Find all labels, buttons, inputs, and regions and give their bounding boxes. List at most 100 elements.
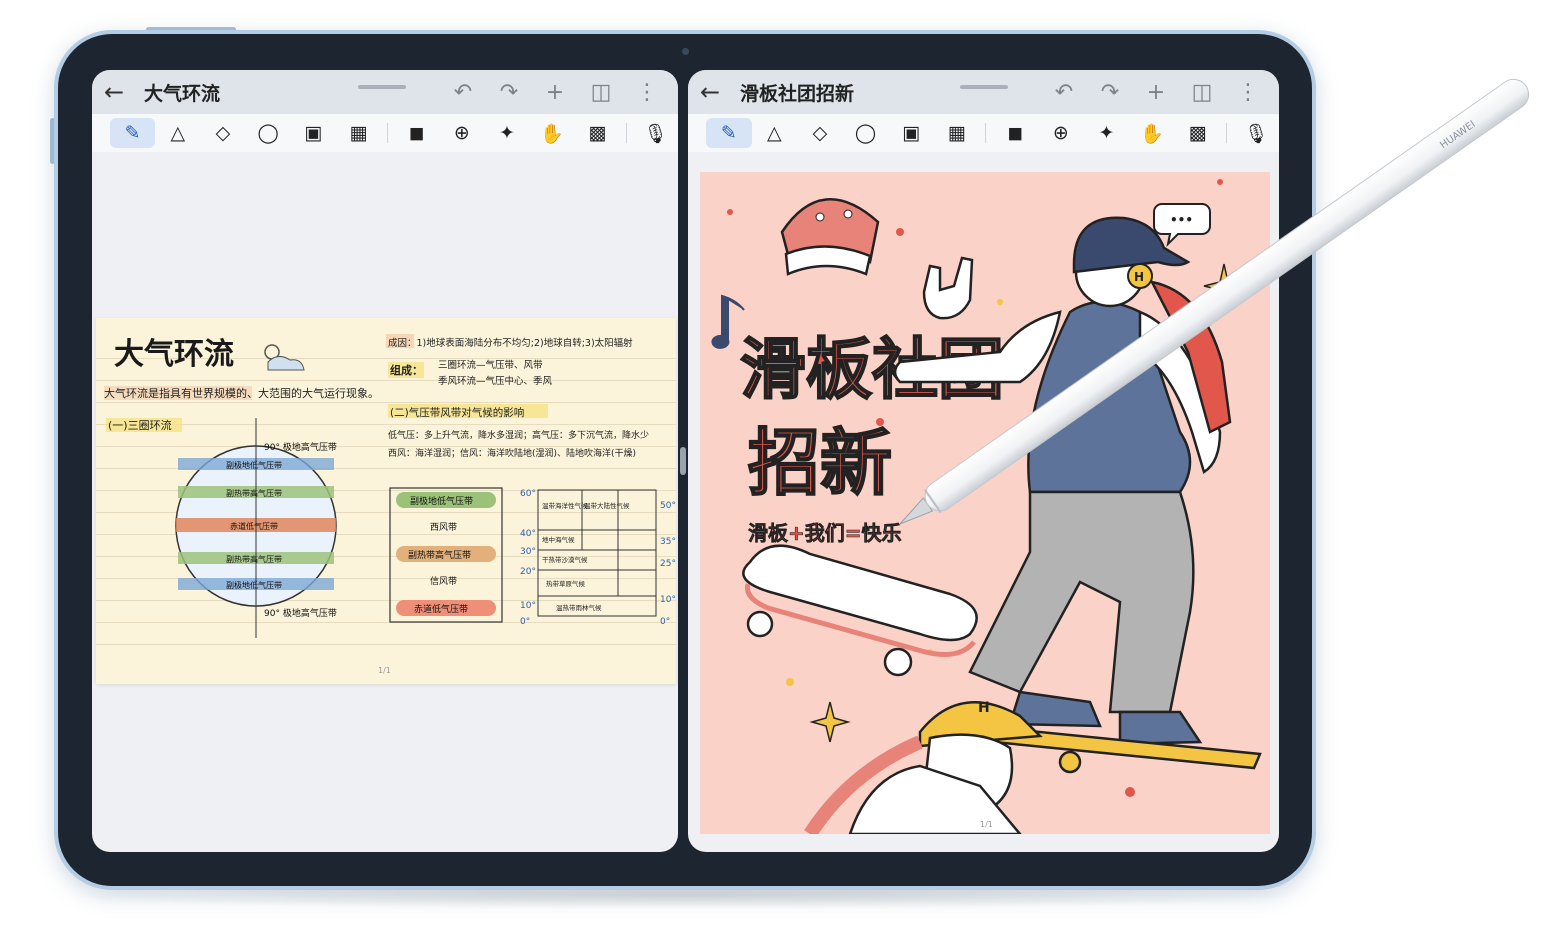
right-titlebar: ← 滑板社团招新 ↶ ↷ + ◫ ⋮ bbox=[688, 70, 1279, 114]
window-drag-handle[interactable] bbox=[358, 85, 406, 89]
image-icon[interactable]: ▦ bbox=[934, 118, 980, 148]
more-icon[interactable]: ⋮ bbox=[624, 80, 670, 105]
note-composition-1: 三圈环流—气压带、风带 bbox=[438, 359, 543, 371]
svg-text:温热带雨林气候: 温热带雨林气候 bbox=[556, 603, 602, 612]
svg-text:0°: 0° bbox=[520, 617, 530, 627]
toolbar-divider bbox=[625, 123, 627, 143]
svg-text:60°: 60° bbox=[520, 489, 536, 499]
poster-headline-2: 招新 bbox=[748, 421, 892, 505]
undo-icon[interactable]: ↶ bbox=[440, 80, 486, 105]
poster-illustration: ••• 滑板社团 招新 滑板+我们=快乐 H H bbox=[711, 179, 1262, 834]
text-box-icon[interactable]: ▣ bbox=[291, 118, 336, 148]
text-box-icon[interactable]: ▣ bbox=[888, 118, 934, 148]
headphone-letter: H bbox=[1134, 270, 1144, 284]
undo-icon[interactable]: ↶ bbox=[1041, 80, 1087, 105]
note-effect-2: 西风：海洋湿润；信风：海洋吹陆地(湿润)、陆地吹海洋(干燥) bbox=[388, 447, 636, 459]
microphone-icon[interactable]: 🎙 bbox=[1233, 118, 1279, 148]
globe-belt-label: 副极地低气压带 bbox=[226, 460, 282, 470]
left-pen-toolbar: ✎ △ ◇ ◯ ▣ ▦ ◼ ⊕ ✦ ✋ ▩ 🎙 bbox=[92, 114, 678, 152]
toolbar-divider bbox=[387, 123, 389, 143]
box-item: 副热带高气压带 bbox=[408, 549, 471, 561]
toolbar-divider bbox=[985, 123, 987, 143]
note-definition: 大气环流是指具有世界规模的、大范围的大气运行现象。 bbox=[104, 386, 379, 400]
lasso-icon[interactable]: ◯ bbox=[246, 118, 291, 148]
note-section-2: (二)气压带风带对气候的影响 bbox=[390, 406, 524, 419]
laser-pointer-icon[interactable]: ✦ bbox=[1084, 118, 1130, 148]
svg-text:干热带沙漠气候: 干热带沙漠气候 bbox=[542, 555, 588, 564]
shape-icon[interactable]: ◼ bbox=[394, 118, 439, 148]
note-composition-2: 季风环流—气压中心、季风 bbox=[438, 375, 553, 387]
right-pen-toolbar: ✎ △ ◇ ◯ ▣ ▦ ◼ ⊕ ✦ ✋ ▩ 🎙 bbox=[688, 114, 1279, 152]
svg-text:30°: 30° bbox=[520, 547, 536, 557]
lasso-icon[interactable]: ◯ bbox=[843, 118, 889, 148]
polar-high-label: 90° 极地高气压带 bbox=[264, 441, 337, 453]
box-item: 副极地低气压带 bbox=[410, 495, 473, 507]
image-icon[interactable]: ▦ bbox=[336, 118, 381, 148]
microphone-icon[interactable]: 🎙 bbox=[633, 118, 678, 148]
svg-text:10°: 10° bbox=[660, 595, 676, 605]
note-composition-label: 组成： bbox=[390, 363, 423, 377]
redo-icon[interactable]: ↷ bbox=[486, 80, 532, 105]
pen-tool-icon[interactable]: ✎ bbox=[110, 118, 156, 148]
touch-draw-icon[interactable]: ✋ bbox=[1129, 118, 1175, 148]
page-indicator: 1/1 bbox=[980, 820, 993, 829]
highlighter-icon[interactable]: △ bbox=[155, 118, 200, 148]
svg-text:温带海洋性气候: 温带海洋性气候 bbox=[542, 501, 588, 510]
globe-belt-label: 副极地低气压带 bbox=[226, 580, 282, 590]
pen-tool-icon[interactable]: ✎ bbox=[706, 118, 752, 148]
svg-text:25°: 25° bbox=[660, 559, 676, 569]
front-camera bbox=[682, 48, 689, 55]
page-indicator: 1/1 bbox=[378, 666, 391, 675]
shape-icon[interactable]: ◼ bbox=[992, 118, 1038, 148]
redo-icon[interactable]: ↷ bbox=[1087, 80, 1133, 105]
box-item: 信风带 bbox=[430, 575, 457, 587]
texture-icon[interactable]: ▩ bbox=[575, 118, 620, 148]
svg-text:35°: 35° bbox=[660, 537, 676, 547]
left-note-window: ← 大气环流 ↶ ↷ + ◫ ⋮ ✎ △ ◇ ◯ ▣ ▦ ◼ ⊕ ✦ ✋ ▩ 🎙… bbox=[92, 70, 678, 852]
globe-belt-label: 副热带高气压带 bbox=[226, 488, 282, 498]
note-section-1: (一)三圈环流 bbox=[108, 418, 172, 432]
poster-canvas[interactable]: ••• 滑板社团 招新 滑板+我们=快乐 H H 1/1 bbox=[700, 172, 1270, 834]
laser-pointer-icon[interactable]: ✦ bbox=[484, 118, 529, 148]
svg-text:温带大陆性气候: 温带大陆性气候 bbox=[584, 501, 630, 510]
add-icon[interactable]: + bbox=[532, 80, 578, 105]
svg-text:0°: 0° bbox=[660, 617, 670, 627]
poster-tagline: 滑板+我们=快乐 bbox=[748, 521, 902, 545]
zoom-icon[interactable]: ⊕ bbox=[439, 118, 484, 148]
box-item: 赤道低气压带 bbox=[414, 603, 468, 615]
texture-icon[interactable]: ▩ bbox=[1175, 118, 1221, 148]
back-arrow-icon[interactable]: ← bbox=[700, 70, 740, 114]
left-note-title: 大气环流 bbox=[144, 82, 221, 105]
cap-letter: H bbox=[978, 700, 990, 716]
svg-text:地中海气候: 地中海气候 bbox=[542, 535, 575, 544]
svg-text:20°: 20° bbox=[520, 567, 536, 577]
left-titlebar: ← 大气环流 ↶ ↷ + ◫ ⋮ bbox=[92, 70, 678, 114]
eraser-icon[interactable]: ◇ bbox=[200, 118, 245, 148]
more-icon[interactable]: ⋮ bbox=[1225, 80, 1271, 105]
split-view-icon[interactable]: ◫ bbox=[578, 80, 624, 105]
eraser-icon[interactable]: ◇ bbox=[797, 118, 843, 148]
globe-belt-label: 副热带高气压带 bbox=[226, 554, 282, 564]
right-note-window: ← 滑板社团招新 ↶ ↷ + ◫ ⋮ ✎ △ ◇ ◯ ▣ ▦ ◼ ⊕ ✦ ✋ ▩… bbox=[688, 70, 1279, 852]
polar-high-label: 90° 极地高气压带 bbox=[264, 607, 337, 619]
toolbar-divider bbox=[1226, 123, 1228, 143]
split-divider-handle[interactable] bbox=[680, 447, 686, 475]
touch-draw-icon[interactable]: ✋ bbox=[530, 118, 575, 148]
add-icon[interactable]: + bbox=[1133, 80, 1179, 105]
svg-text:10°: 10° bbox=[520, 601, 536, 611]
note-heading: 大气环流 bbox=[114, 337, 234, 372]
note-effect-1: 低气压：多上升气流，降水多湿润；高气压：多下沉气流，降水少 bbox=[388, 429, 649, 441]
back-arrow-icon[interactable]: ← bbox=[104, 70, 144, 114]
split-view-icon[interactable]: ◫ bbox=[1179, 80, 1225, 105]
speech-bubble-text: ••• bbox=[1170, 213, 1193, 227]
note-cause: 成因：1)地球表面海陆分布不均匀;2)地球自转;3)太阳辐射 bbox=[388, 337, 633, 349]
note-page[interactable]: 大气环流 大气环流是指具有世界规模的、大范围的大气运行现象。 (一)三圈环流 副… bbox=[96, 318, 676, 684]
svg-text:热带草原气候: 热带草原气候 bbox=[546, 579, 586, 588]
highlighter-icon[interactable]: △ bbox=[752, 118, 798, 148]
svg-text:40°: 40° bbox=[520, 529, 536, 539]
left-titlebar-actions: ↶ ↷ + ◫ ⋮ bbox=[440, 70, 670, 114]
zoom-icon[interactable]: ⊕ bbox=[1038, 118, 1084, 148]
window-drag-handle[interactable] bbox=[960, 85, 1008, 89]
right-titlebar-actions: ↶ ↷ + ◫ ⋮ bbox=[1041, 70, 1271, 114]
right-note-title: 滑板社团招新 bbox=[740, 82, 855, 105]
